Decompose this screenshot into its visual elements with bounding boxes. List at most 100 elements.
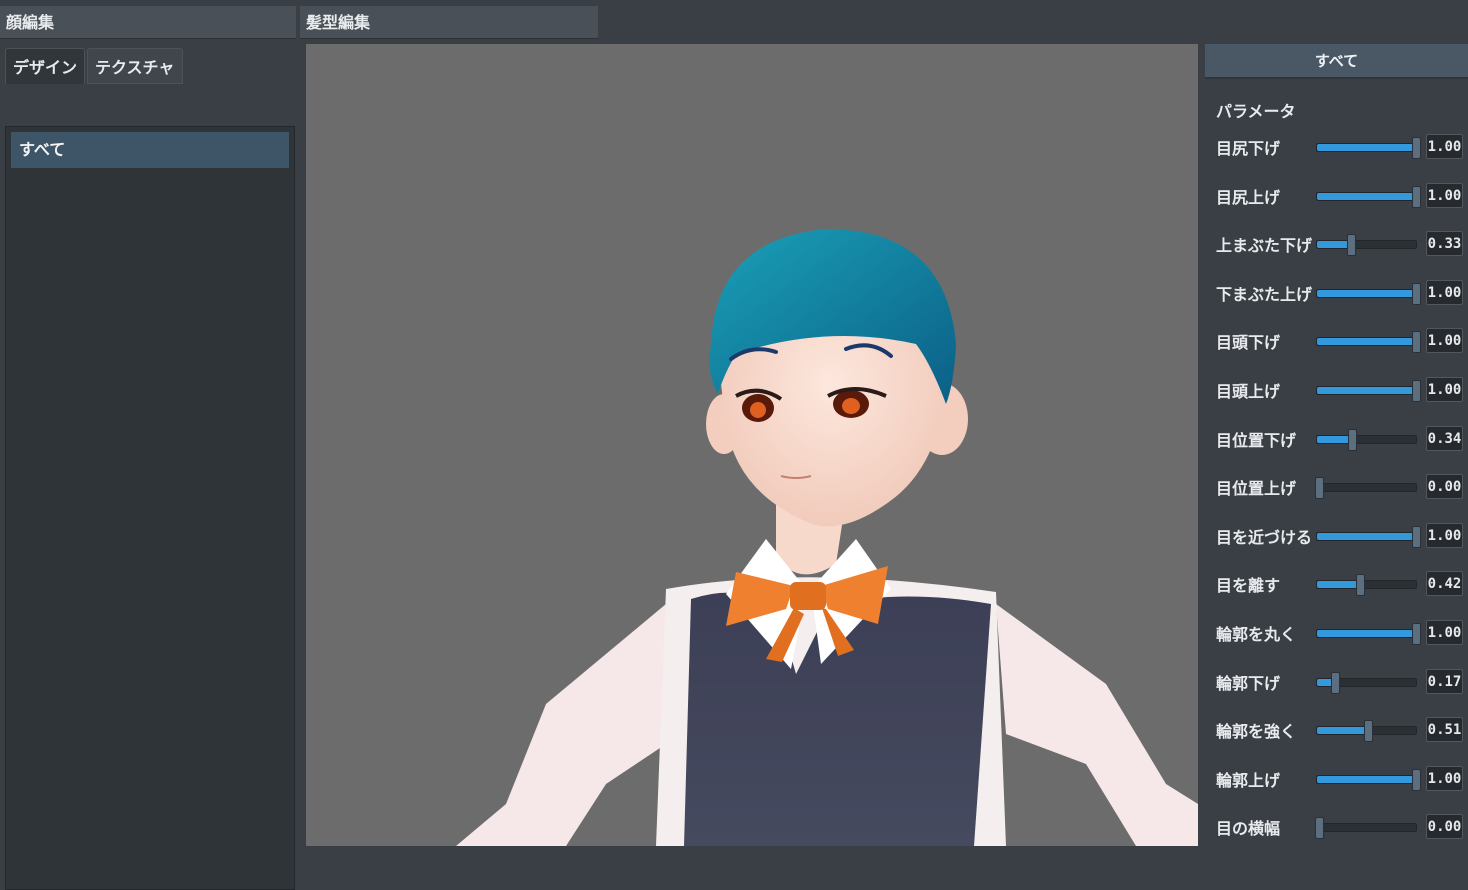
- parameter-slider[interactable]: [1316, 282, 1421, 305]
- slider-fill: [1317, 192, 1414, 200]
- parameter-row: 輪郭下げ 0.17: [1200, 668, 1468, 695]
- slider-handle[interactable]: [1412, 380, 1421, 402]
- parameter-slider[interactable]: [1316, 234, 1417, 257]
- parameter-row: 目頭下げ 1.00: [1200, 328, 1468, 354]
- menu-tab-label: 顔編集: [6, 13, 55, 32]
- parameter-value-field[interactable]: 0.42: [1426, 571, 1463, 597]
- parameter-label: 輪郭下げ: [1216, 673, 1281, 693]
- parameter-value-field[interactable]: 1.00: [1426, 522, 1463, 548]
- slider-fill: [1317, 241, 1349, 249]
- list-item-all[interactable]: すべて: [11, 132, 289, 168]
- parameter-label: 輪郭上げ: [1216, 770, 1281, 790]
- parameter-row: 下まぶた上げ 1.00: [1200, 279, 1468, 306]
- parameter-label: 目尻下げ: [1216, 139, 1281, 158]
- parameter-row: 目位置下げ 0.34: [1200, 425, 1468, 452]
- left-panel: デザイン テクスチャ すべて: [0, 44, 300, 890]
- parameter-slider[interactable]: [1316, 380, 1421, 402]
- avatar-3d-character: [456, 229, 1198, 846]
- slider-fill: [1317, 630, 1414, 637]
- parameter-value-field[interactable]: 0.51: [1426, 717, 1463, 743]
- parameter-slider[interactable]: [1316, 137, 1421, 159]
- menu-tab-face-edit[interactable]: 顔編集: [0, 6, 296, 39]
- parameter-slider[interactable]: [1316, 623, 1421, 645]
- parameter-value-field[interactable]: 0.00: [1426, 814, 1463, 840]
- parameter-value-field[interactable]: 1.00: [1426, 182, 1463, 208]
- slider-handle[interactable]: [1315, 817, 1324, 840]
- slider-handle[interactable]: [1412, 185, 1421, 208]
- parameter-row: 輪郭を強く 0.51: [1200, 717, 1468, 743]
- tab-texture[interactable]: テクスチャ: [87, 48, 183, 84]
- parameter-slider[interactable]: [1316, 185, 1421, 208]
- slider-fill: [1317, 727, 1366, 735]
- parameter-row: 上まぶた下げ 0.33: [1200, 231, 1468, 257]
- slider-handle[interactable]: [1412, 282, 1421, 305]
- parameter-slider[interactable]: [1315, 477, 1417, 500]
- parameter-label: 輪郭を丸く: [1216, 625, 1297, 644]
- parameter-value-field[interactable]: 0.34: [1426, 425, 1463, 451]
- parameter-value-field[interactable]: 1.00: [1426, 328, 1463, 354]
- parameter-value-field[interactable]: 0.17: [1426, 668, 1463, 694]
- slider-fill: [1317, 144, 1414, 151]
- list-item-label: すべて: [19, 140, 66, 159]
- parameter-panel: すべて パラメータ 目尻下げ 1.00 目尻上げ 1.00 上まぶた下げ 0.33 下まぶた…: [1200, 44, 1468, 846]
- parameter-value-field[interactable]: 1.00: [1426, 377, 1463, 402]
- parameter-label: 目位置下げ: [1216, 430, 1297, 450]
- parameter-row: 目尻上げ 1.00: [1200, 182, 1468, 209]
- parameter-value-field[interactable]: 0.00: [1426, 474, 1463, 500]
- slider-handle[interactable]: [1315, 477, 1324, 500]
- parameter-slider[interactable]: [1316, 331, 1421, 354]
- parameter-category-header[interactable]: すべて: [1205, 44, 1468, 79]
- parameter-label: 目頭下げ: [1216, 333, 1281, 353]
- parameter-row: 目尻下げ 1.00: [1200, 134, 1468, 160]
- parameter-value-field[interactable]: 1.00: [1426, 279, 1463, 305]
- parameter-row: 輪郭を丸く 1.00: [1200, 620, 1468, 646]
- parameter-label: 目を近づける: [1216, 527, 1313, 547]
- top-menu-bar: 顔編集 髪型編集: [0, 0, 1468, 44]
- slider-handle[interactable]: [1347, 234, 1356, 257]
- slider-fill: [1317, 435, 1350, 443]
- tab-design[interactable]: デザイン: [5, 48, 85, 84]
- parameter-row: 目頭上げ 1.00: [1200, 377, 1468, 403]
- parameter-label: 目位置上げ: [1216, 479, 1297, 499]
- parameter-label: 目頭上げ: [1216, 382, 1281, 401]
- slider-handle[interactable]: [1356, 574, 1365, 597]
- parameter-value-field[interactable]: 1.00: [1426, 765, 1463, 791]
- tab-label: デザイン: [13, 58, 78, 77]
- parameter-value-field[interactable]: 1.00: [1426, 134, 1463, 159]
- parameter-label: 上まぶた下げ: [1216, 236, 1313, 256]
- parameter-value-field[interactable]: 1.00: [1426, 620, 1463, 645]
- parameter-row: 目を離す 0.42: [1200, 571, 1468, 597]
- parameter-slider[interactable]: [1316, 574, 1417, 597]
- tab-label: テクスチャ: [95, 58, 175, 77]
- slider-handle[interactable]: [1412, 331, 1421, 354]
- parameter-slider[interactable]: [1316, 525, 1421, 548]
- category-list: すべて: [5, 126, 295, 890]
- menu-tab-hair-edit[interactable]: 髪型編集: [300, 6, 598, 39]
- 3d-viewport[interactable]: [306, 44, 1198, 846]
- parameter-section-title: パラメータ: [1216, 102, 1296, 121]
- parameter-label: 目尻上げ: [1216, 187, 1281, 207]
- parameter-slider[interactable]: [1316, 720, 1417, 743]
- parameter-label: 下まぶた上げ: [1216, 284, 1313, 304]
- slider-handle[interactable]: [1412, 768, 1421, 791]
- slider-fill: [1317, 338, 1414, 346]
- slider-fill: [1317, 289, 1414, 297]
- parameter-value-field[interactable]: 0.33: [1426, 231, 1463, 257]
- slider-fill: [1317, 387, 1414, 394]
- parameter-row: 目を近づける 1.00: [1200, 522, 1468, 549]
- parameter-slider[interactable]: [1316, 671, 1417, 694]
- parameter-row: 輪郭上げ 1.00: [1200, 765, 1468, 792]
- parameter-row: 目位置上げ 0.00: [1200, 474, 1468, 500]
- slider-handle[interactable]: [1412, 137, 1421, 159]
- menu-tab-label: 髪型編集: [306, 13, 371, 32]
- parameter-slider[interactable]: [1316, 768, 1421, 791]
- slider-handle[interactable]: [1348, 428, 1357, 451]
- slider-fill: [1317, 532, 1414, 540]
- parameter-label: 目を離す: [1216, 576, 1281, 596]
- slider-handle[interactable]: [1412, 623, 1421, 645]
- slider-handle[interactable]: [1364, 720, 1373, 743]
- slider-handle[interactable]: [1331, 671, 1340, 694]
- parameter-slider[interactable]: [1315, 817, 1417, 840]
- parameter-slider[interactable]: [1316, 428, 1417, 451]
- slider-handle[interactable]: [1412, 525, 1421, 548]
